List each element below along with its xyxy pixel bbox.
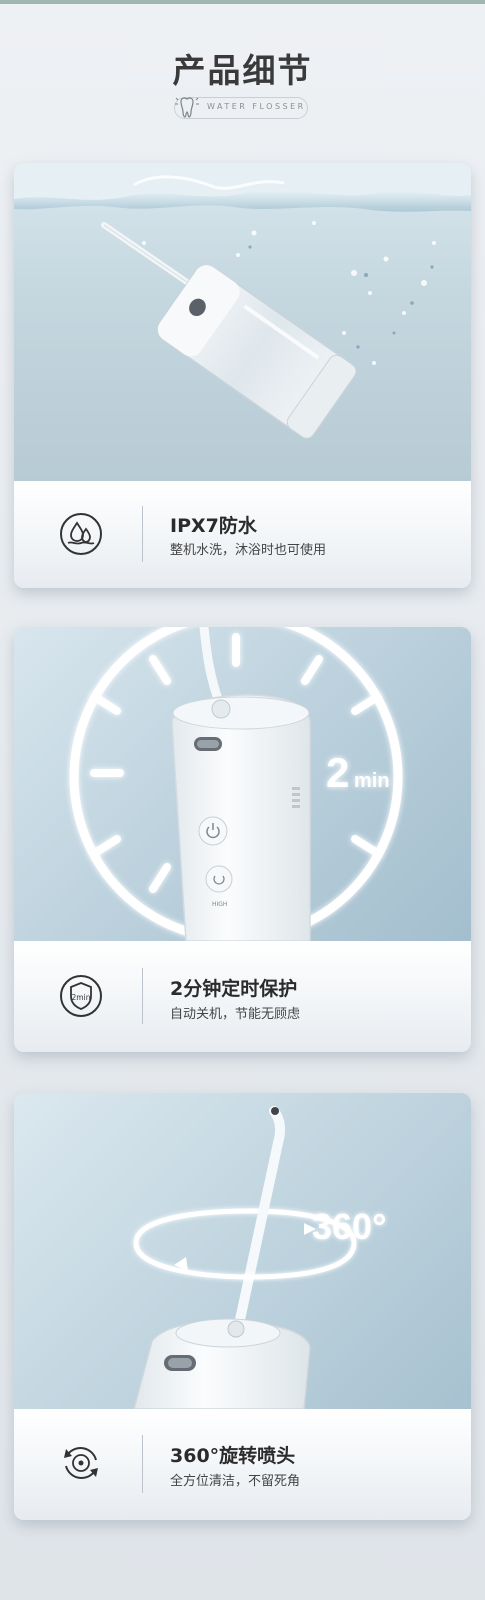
timer-photo: 2 min HIGH bbox=[14, 627, 471, 941]
caption-divider bbox=[142, 506, 143, 562]
top-accent-bar bbox=[0, 0, 485, 4]
timer-shield-icon: 2min bbox=[58, 973, 104, 1019]
feature-card-timer: 2 min HIGH 2min 2分钟定时保护 自动关机，节能无顾虑 bbox=[14, 627, 471, 1052]
timer-overlay-unit: min bbox=[354, 770, 390, 792]
waterproof-caption: IPX7防水 整机水洗，沐浴时也可使用 bbox=[14, 481, 471, 588]
caption-divider bbox=[142, 968, 143, 1024]
feature-card-rotation: 360° 360°旋转喷头 全方位清洁，不留死角 bbox=[14, 1093, 471, 1520]
water-drops-icon bbox=[58, 511, 104, 557]
rotation-overlay-text: 360° bbox=[312, 1206, 386, 1247]
timer-overlay-value: 2 bbox=[326, 749, 349, 796]
rotation-caption: 360°旋转喷头 全方位清洁，不留死角 bbox=[14, 1409, 471, 1520]
rotation-photo: 360° bbox=[14, 1093, 471, 1409]
feature-title: 2分钟定时保护 bbox=[170, 978, 298, 1000]
feature-card-waterproof: IPX7防水 整机水洗，沐浴时也可使用 bbox=[14, 163, 471, 588]
page-title: 产品细节 bbox=[172, 51, 313, 90]
timer-badge-text: 2min bbox=[72, 993, 91, 1002]
waterproof-photo bbox=[14, 163, 471, 481]
feature-description: 全方位清洁，不留死角 bbox=[170, 1474, 301, 1489]
feature-title: IPX7防水 bbox=[170, 515, 257, 537]
subtitle-text: WATER FLOSSER bbox=[207, 102, 306, 111]
timer-caption: 2min 2分钟定时保护 自动关机，节能无顾虑 bbox=[14, 941, 471, 1052]
caption-divider bbox=[142, 1435, 143, 1493]
device-mode-label: HIGH bbox=[212, 901, 227, 908]
rotate-icon bbox=[58, 1440, 104, 1486]
subtitle-badge: WATER FLOSSER bbox=[174, 97, 308, 119]
tooth-icon bbox=[173, 94, 201, 124]
feature-description: 整机水洗，沐浴时也可使用 bbox=[170, 543, 327, 558]
feature-description: 自动关机，节能无顾虑 bbox=[170, 1007, 301, 1022]
feature-title: 360°旋转喷头 bbox=[170, 1445, 296, 1467]
